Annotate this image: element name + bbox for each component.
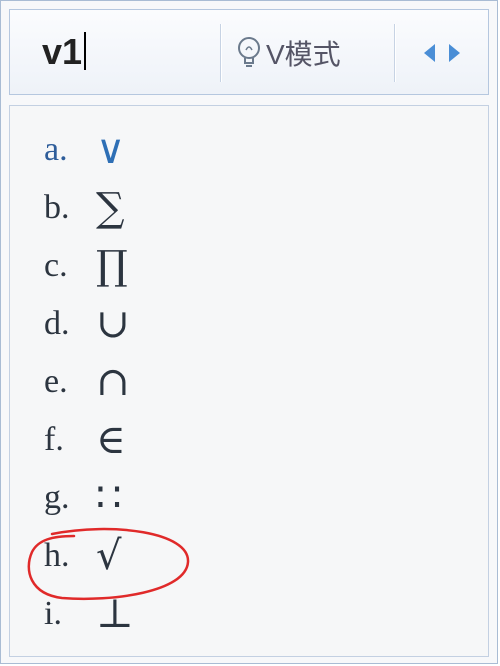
composition-text[interactable]: v1 [42,31,87,72]
candidate-item[interactable]: b. ∑ [44,180,125,236]
prev-page-icon[interactable] [424,44,435,62]
candidate-item[interactable]: f. ∈ [44,412,126,468]
candidate-key: f. [44,421,64,458]
page-navigation [410,38,474,68]
candidate-key: c. [44,247,68,284]
candidate-list: a. ∨ b. ∑ c. ∏ d. ∪ e. ∩ f. ∈ g. ∷ h. √ [9,105,489,657]
candidate-item[interactable]: g. ∷ [44,470,121,526]
candidate-key: a. [44,131,68,168]
text-caret [84,32,87,70]
candidate-key: b. [44,189,70,226]
ime-candidate-window: v1 V模式 a. ∨ b. ∑ c. ∏ d. ∪ e. ∩ f. ∈ g. … [0,0,498,664]
candidate-symbol: ∏ [96,243,128,289]
candidate-symbol: ∑ [96,185,125,231]
composition-string: v1 [42,31,83,72]
highlight-circle-annotation [27,527,190,601]
separator [220,24,221,82]
input-bar: v1 V模式 [9,9,489,95]
candidate-item[interactable]: a. ∨ [44,122,125,178]
lightbulb-icon [238,37,260,67]
candidate-symbol: ∷ [96,475,122,521]
candidate-item[interactable]: c. ∏ [44,238,128,294]
candidate-symbol: ∨ [96,127,126,173]
candidate-symbol: ∈ [96,417,126,463]
next-page-icon[interactable] [449,44,460,62]
candidate-item[interactable]: d. ∪ [44,296,130,352]
candidate-key: g. [44,479,70,516]
candidate-symbol: ∩ [96,359,130,405]
candidate-item[interactable]: e. ∩ [44,354,130,410]
separator [394,24,395,82]
candidate-key: e. [44,363,68,400]
candidate-symbol: ∪ [96,301,130,347]
v-mode-label: V模式 [266,39,341,70]
candidate-key: d. [44,305,70,342]
v-mode-button[interactable]: V模式 [236,30,341,76]
